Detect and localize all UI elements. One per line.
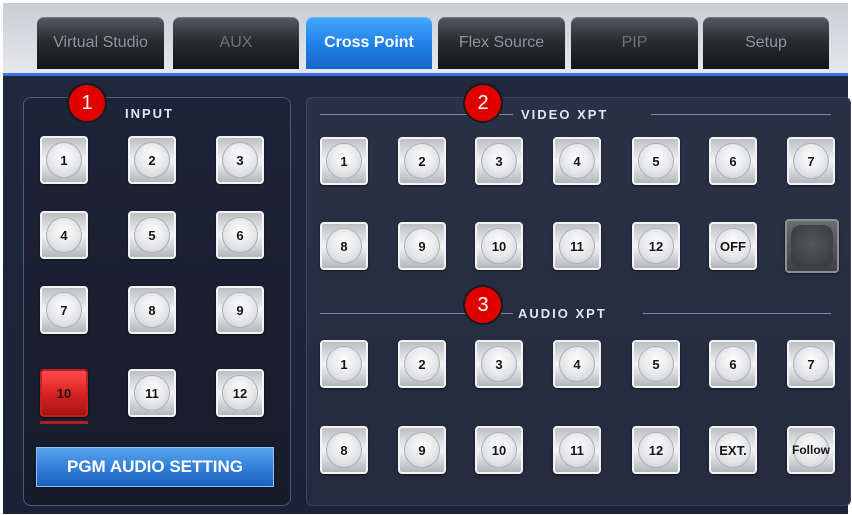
input-button-9[interactable]: 9 bbox=[216, 286, 264, 334]
input-button-label: 8 bbox=[148, 302, 156, 318]
audio-button-label: 1 bbox=[340, 356, 348, 372]
audio-button-label: 2 bbox=[418, 356, 426, 372]
audio-xpt-button-5[interactable]: 5 bbox=[632, 340, 680, 388]
audio-xpt-title: AUDIO XPT bbox=[518, 306, 607, 321]
input-button-label: 7 bbox=[60, 302, 68, 318]
audio-button-label: 6 bbox=[729, 356, 737, 372]
audio-xpt-button-6[interactable]: 6 bbox=[709, 340, 757, 388]
input-button-label: 3 bbox=[236, 152, 244, 168]
input-button-8[interactable]: 8 bbox=[128, 286, 176, 334]
video-button-label: OFF bbox=[720, 238, 746, 254]
audio-xpt-button-9[interactable]: 9 bbox=[398, 426, 446, 474]
input-button-label: 9 bbox=[236, 302, 244, 318]
input-button-11[interactable]: 11 bbox=[128, 369, 176, 417]
video-xpt-title: VIDEO XPT bbox=[521, 107, 609, 122]
video-xpt-button-9[interactable]: 9 bbox=[398, 222, 446, 270]
video-xpt-button-7[interactable]: 7 bbox=[787, 137, 835, 185]
video-button-label: 12 bbox=[648, 238, 664, 254]
audio-button-label: 11 bbox=[570, 442, 584, 458]
input-button-7[interactable]: 7 bbox=[40, 286, 88, 334]
video-xpt-blank-button[interactable] bbox=[785, 219, 839, 273]
video-button-label: 11 bbox=[570, 238, 584, 254]
input-button-6[interactable]: 6 bbox=[216, 211, 264, 259]
audio-button-label: 5 bbox=[652, 356, 660, 372]
tab-flex-source[interactable]: Flex Source bbox=[438, 17, 565, 69]
audio-xpt-button-12[interactable]: 12 bbox=[632, 426, 680, 474]
audio-xpt-button-8[interactable]: 8 bbox=[320, 426, 368, 474]
video-button-label: 10 bbox=[491, 238, 507, 254]
input-button-2[interactable]: 2 bbox=[128, 136, 176, 184]
input-button-5[interactable]: 5 bbox=[128, 211, 176, 259]
audio-xpt-button-2[interactable]: 2 bbox=[398, 340, 446, 388]
callout-marker-2: 2 bbox=[463, 83, 503, 123]
tab-pip[interactable]: PIP bbox=[571, 17, 698, 69]
input-button-label: 6 bbox=[236, 227, 244, 243]
video-xpt-button-6[interactable]: 6 bbox=[709, 137, 757, 185]
video-xpt-button-3[interactable]: 3 bbox=[475, 137, 523, 185]
input-button-3[interactable]: 3 bbox=[216, 136, 264, 184]
video-xpt-button-4[interactable]: 4 bbox=[553, 137, 601, 185]
audio-button-label: 8 bbox=[340, 442, 348, 458]
audio-xpt-button-ext[interactable]: EXT. bbox=[709, 426, 757, 474]
input-button-10-selected[interactable]: 10 bbox=[40, 369, 88, 424]
audio-xpt-divider-right bbox=[643, 313, 831, 314]
input-button-label: 5 bbox=[148, 227, 156, 243]
audio-button-label: 4 bbox=[573, 356, 581, 372]
tab-aux[interactable]: AUX bbox=[173, 17, 299, 69]
audio-xpt-button-4[interactable]: 4 bbox=[553, 340, 601, 388]
video-xpt-button-12[interactable]: 12 bbox=[632, 222, 680, 270]
tab-cross-point[interactable]: Cross Point bbox=[306, 17, 432, 69]
video-xpt-button-2[interactable]: 2 bbox=[398, 137, 446, 185]
audio-button-label: 10 bbox=[491, 442, 507, 458]
audio-xpt-button-7[interactable]: 7 bbox=[787, 340, 835, 388]
video-xpt-button-8[interactable]: 8 bbox=[320, 222, 368, 270]
tab-bar: Virtual Studio AUX Cross Point Flex Sour… bbox=[3, 3, 848, 73]
input-button-12[interactable]: 12 bbox=[216, 369, 264, 417]
input-button-label: 12 bbox=[232, 385, 248, 401]
input-button-label: 1 bbox=[60, 152, 68, 168]
audio-button-label: 12 bbox=[648, 442, 664, 458]
video-button-label: 6 bbox=[729, 153, 737, 169]
video-button-label: 2 bbox=[418, 153, 426, 169]
video-button-label: 5 bbox=[652, 153, 660, 169]
input-button-label: 10 bbox=[56, 385, 72, 401]
video-button-label: 3 bbox=[495, 153, 503, 169]
audio-xpt-button-10[interactable]: 10 bbox=[475, 426, 523, 474]
audio-xpt-button-3[interactable]: 3 bbox=[475, 340, 523, 388]
video-xpt-divider-right bbox=[651, 114, 831, 115]
video-xpt-button-off[interactable]: OFF bbox=[709, 222, 757, 270]
callout-marker-3: 3 bbox=[463, 285, 503, 325]
input-button-4[interactable]: 4 bbox=[40, 211, 88, 259]
audio-button-label: 9 bbox=[418, 442, 426, 458]
pgm-audio-setting-button[interactable]: PGM AUDIO SETTING bbox=[36, 447, 274, 487]
video-button-label: 7 bbox=[807, 153, 815, 169]
video-xpt-button-11[interactable]: 11 bbox=[553, 222, 601, 270]
video-button-label: 1 bbox=[340, 153, 348, 169]
video-xpt-button-10[interactable]: 10 bbox=[475, 222, 523, 270]
video-button-label: 4 bbox=[573, 153, 581, 169]
audio-button-label: 3 bbox=[495, 356, 503, 372]
input-title: INPUT bbox=[125, 106, 174, 121]
audio-button-label: Follow bbox=[792, 443, 830, 457]
video-xpt-button-5[interactable]: 5 bbox=[632, 137, 680, 185]
video-button-label: 8 bbox=[340, 238, 348, 254]
video-button-label: 9 bbox=[418, 238, 426, 254]
audio-xpt-button-11[interactable]: 11 bbox=[553, 426, 601, 474]
video-xpt-button-1[interactable]: 1 bbox=[320, 137, 368, 185]
audio-button-label: EXT. bbox=[719, 442, 747, 458]
audio-xpt-button-follow[interactable]: Follow bbox=[787, 426, 835, 474]
tab-virtual-studio[interactable]: Virtual Studio bbox=[37, 17, 164, 69]
tab-setup[interactable]: Setup bbox=[703, 17, 829, 69]
audio-xpt-button-1[interactable]: 1 bbox=[320, 340, 368, 388]
audio-button-label: 7 bbox=[807, 356, 815, 372]
input-button-label: 2 bbox=[148, 152, 156, 168]
input-button-label: 4 bbox=[60, 227, 68, 243]
input-button-label: 11 bbox=[145, 385, 159, 401]
input-button-1[interactable]: 1 bbox=[40, 136, 88, 184]
callout-marker-1: 1 bbox=[67, 83, 107, 123]
